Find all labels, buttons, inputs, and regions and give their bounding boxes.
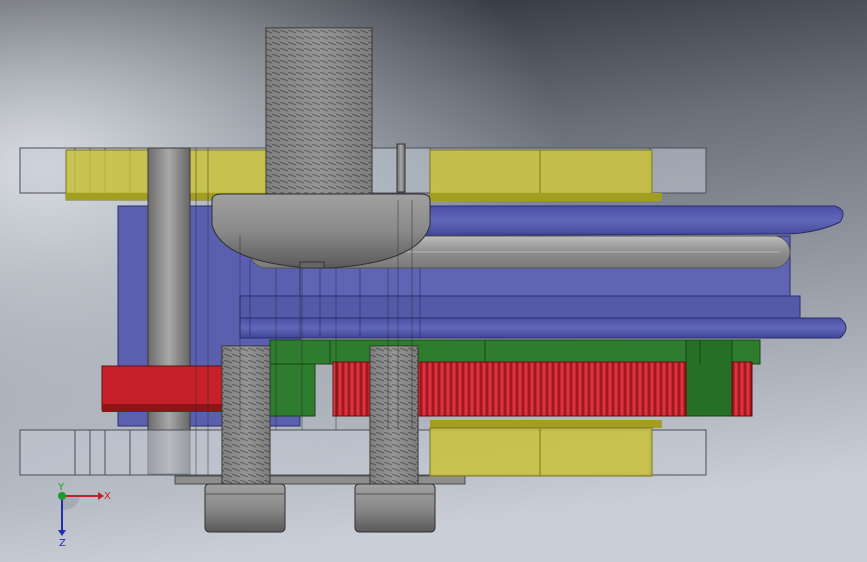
triad-y-label: Y [57, 482, 65, 493]
y-axis-dot [58, 492, 66, 500]
red-gear[interactable] [101, 361, 753, 417]
vertical-shaft[interactable] [147, 147, 191, 475]
assembly-drawing: X Y Z [0, 0, 867, 562]
cad-viewport[interactable]: X Y Z [0, 0, 867, 562]
triad-z-label: Z [59, 538, 66, 549]
triad-x-label: X [104, 491, 111, 502]
bottom-spacer[interactable] [429, 420, 662, 477]
locating-pin[interactable] [396, 143, 406, 193]
top-spacer-right[interactable] [429, 149, 662, 201]
